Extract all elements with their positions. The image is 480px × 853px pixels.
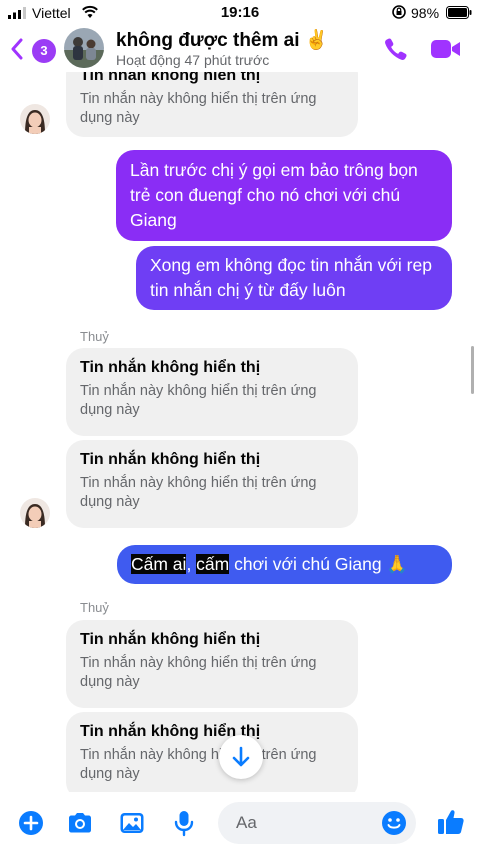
image-icon[interactable] — [118, 809, 146, 837]
battery-percent: 98% — [411, 5, 440, 21]
scroll-to-bottom-button[interactable] — [219, 735, 263, 779]
status-bar: Viettel 19:16 98% — [0, 0, 480, 26]
microphone-icon[interactable] — [170, 809, 198, 837]
chevron-left-icon — [11, 38, 23, 60]
scrollbar[interactable] — [471, 346, 474, 394]
outgoing-message-bubble[interactable]: Xong em không đọc tin nhắn với rep tin n… — [136, 246, 452, 310]
arrow-down-icon — [232, 746, 250, 767]
composer-bar: Aa — [0, 792, 480, 853]
active-status: Hoạt động 47 phút trước — [116, 52, 270, 68]
sender-avatar[interactable] — [20, 104, 50, 134]
back-button[interactable]: 3 — [6, 32, 56, 64]
message-text: chơi với chú Giang 🙏 — [229, 554, 409, 574]
chat-header: 3 không được thêm ai ✌️ Hoạt động 47 phú… — [0, 26, 480, 72]
clock: 19:16 — [220, 4, 260, 21]
hidden-message-body: Tin nhắn này không hiển thị trên ứng dụn… — [80, 383, 317, 418]
message-input-placeholder: Aa — [236, 813, 257, 832]
message-text: Lần trước chị ý gọi em bảo trông bọn trẻ… — [130, 160, 418, 230]
hidden-message-title: Tin nhắn không hiển thị — [80, 359, 261, 376]
camera-icon[interactable] — [66, 809, 94, 837]
group-avatar[interactable] — [64, 28, 104, 68]
message-text: Xong em không đọc tin nhắn với rep tin n… — [150, 255, 432, 300]
message-text: , — [186, 554, 197, 574]
hidden-message-bubble[interactable]: Tin nhắn không hiển thị Tin nhắn này khô… — [66, 712, 358, 800]
rotation-lock-icon — [392, 5, 406, 19]
outgoing-message-bubble[interactable]: Cấm ai, cấm chơi với chú Giang 🙏 — [117, 545, 452, 584]
hidden-message-body: Tin nhắn này không hiển thị trên ứng dụn… — [80, 91, 317, 126]
hidden-message-body: Tin nhắn này không hiển thị trên ứng dụn… — [80, 475, 317, 510]
highlighted-text: cấm — [196, 554, 230, 574]
hidden-message-bubble[interactable]: Tin nhắn không hiển thị Tin nhắn này khô… — [66, 620, 358, 708]
outgoing-message-bubble[interactable]: Lần trước chị ý gọi em bảo trông bọn trẻ… — [116, 150, 452, 241]
sender-name: Thuỷ — [80, 329, 109, 344]
hidden-message-title: Tin nhắn không hiển thị — [80, 723, 261, 740]
hidden-message-bubble[interactable]: Tin nhắn không hiển thị Tin nhắn này khô… — [66, 440, 358, 528]
video-camera-icon[interactable] — [430, 37, 462, 61]
sender-avatar[interactable] — [20, 498, 50, 528]
phone-icon[interactable] — [383, 36, 409, 62]
sender-name: Thuỷ — [80, 600, 109, 615]
hidden-message-title: Tin nhắn không hiển thị — [80, 631, 261, 648]
hidden-message-title: Tin nhắn không hiển thị — [80, 451, 261, 468]
highlighted-text: Cấm ai — [131, 554, 187, 574]
hidden-message-body: Tin nhắn này không hiển thị trên ứng dụn… — [80, 655, 317, 690]
message-input[interactable]: Aa — [218, 802, 416, 844]
conversation-title[interactable]: không được thêm ai ✌️ — [116, 28, 328, 52]
hidden-message-body: Tin nhắn này không hiển thị trên ứng dụn… — [80, 747, 317, 782]
plus-circle-icon[interactable] — [17, 809, 45, 837]
hidden-message-bubble[interactable]: Tin nhắn không hiển thị Tin nhắn này khô… — [66, 348, 358, 436]
unread-badge: 3 — [32, 39, 56, 63]
thumbs-up-icon[interactable] — [436, 807, 466, 837]
smiley-icon[interactable] — [381, 810, 407, 836]
battery-icon — [446, 6, 472, 19]
